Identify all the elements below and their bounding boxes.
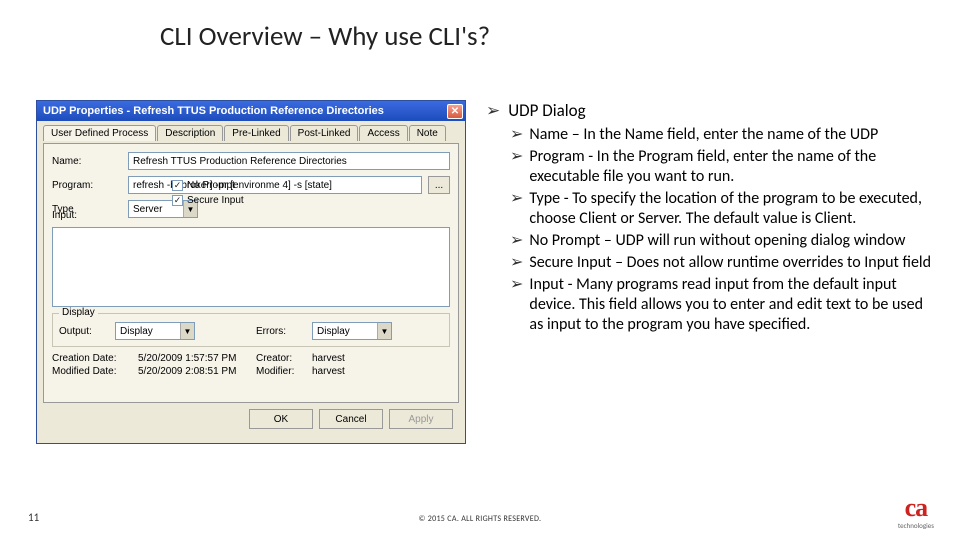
dialog-body: User Defined Process Description Pre-Lin… xyxy=(37,121,465,443)
creation-date-value: 5/20/2009 1:57:57 PM xyxy=(138,353,246,364)
bullet-heading: ➢ UDP Dialog xyxy=(486,100,936,121)
ok-button[interactable]: OK xyxy=(249,409,313,429)
bullet-icon: ➢ xyxy=(510,147,523,187)
secureinput-checkbox[interactable]: ✓ Secure Input xyxy=(172,195,450,206)
creator-value: harvest xyxy=(312,353,450,364)
chevron-down-icon: ▼ xyxy=(180,323,194,339)
bullet-icon: ➢ xyxy=(510,275,523,335)
tab-postlinked[interactable]: Post-Linked xyxy=(290,125,359,141)
ca-logo: ca technologies xyxy=(898,498,934,530)
bullet-item: ➢ Name – In the Name field, enter the nam… xyxy=(510,125,936,145)
udp-dialog: UDP Properties - Refresh TTUS Production… xyxy=(36,100,466,444)
creation-date-label: Creation Date: xyxy=(52,353,132,364)
input-label: Input: xyxy=(52,210,122,221)
row-name: Name: Refresh TTUS Production Reference … xyxy=(52,152,450,170)
bullet-item: ➢ No Prompt – UDP will run without openin… xyxy=(510,231,936,251)
tab-access[interactable]: Access xyxy=(359,125,407,141)
bullet-text: Type - To specify the location of the pr… xyxy=(529,189,936,229)
input-textarea[interactable] xyxy=(52,227,450,307)
bullet-text: Input - Many programs read input from th… xyxy=(529,275,936,335)
content-row: UDP Properties - Refresh TTUS Production… xyxy=(36,100,936,444)
modifier-label: Modifier: xyxy=(256,366,306,377)
bullet-text: Program - In the Program field, enter th… xyxy=(529,147,936,187)
errors-combo[interactable]: Display ▼ xyxy=(312,322,392,340)
bullet-item: ➢ Secure Input – Does not allow runtime o… xyxy=(510,253,936,273)
type-value: Server xyxy=(133,204,162,215)
dialog-title-text: UDP Properties - Refresh TTUS Production… xyxy=(43,105,384,117)
errors-value: Display xyxy=(317,326,350,337)
name-label: Name: xyxy=(52,156,122,167)
check-icon: ✓ xyxy=(172,195,183,206)
bullet-heading-text: UDP Dialog xyxy=(508,100,585,121)
bullet-panel: ➢ UDP Dialog ➢ Name – In the Name field, e… xyxy=(466,100,936,444)
row-input: Input: xyxy=(52,210,450,221)
bullet-icon: ➢ xyxy=(486,100,500,121)
tab-panel: Name: Refresh TTUS Production Reference … xyxy=(43,143,459,403)
creator-label: Creator: xyxy=(256,353,306,364)
display-group-label: Display xyxy=(59,307,98,318)
tab-prelinked[interactable]: Pre-Linked xyxy=(224,125,288,141)
page-number: 11 xyxy=(28,511,39,524)
bullet-text: No Prompt – UDP will run without opening… xyxy=(529,231,905,251)
secureinput-label: Secure Input xyxy=(187,195,244,206)
bullet-item: ➢Type - To specify the location of the p… xyxy=(510,189,936,229)
meta-row-1: Creation Date: 5/20/2009 1:57:57 PM Creat… xyxy=(52,353,450,364)
slide: CLI Overview – Why use CLI's? UDP Proper… xyxy=(0,0,960,540)
dialog-button-row: OK Cancel Apply xyxy=(43,403,459,437)
errors-label: Errors: xyxy=(256,326,306,337)
name-input[interactable]: Refresh TTUS Production Reference Direct… xyxy=(128,152,450,170)
close-icon[interactable]: ✕ xyxy=(447,104,463,119)
logo-main: ca xyxy=(905,498,928,519)
bullet-icon: ➢ xyxy=(510,253,523,273)
bullet-icon: ➢ xyxy=(510,231,523,251)
chevron-down-icon: ▼ xyxy=(377,323,391,339)
slide-title: CLI Overview – Why use CLI's? xyxy=(160,20,490,53)
modifier-value: harvest xyxy=(312,366,450,377)
modified-date-label: Modified Date: xyxy=(52,366,132,377)
bullet-text: Name – In the Name field, enter the name… xyxy=(529,125,878,145)
display-row: Output: Display ▼ Errors: Displ xyxy=(59,322,443,340)
noprompt-checkbox[interactable]: ✓ No Prompt xyxy=(172,180,450,191)
tab-udp[interactable]: User Defined Process xyxy=(43,125,156,141)
cancel-button[interactable]: Cancel xyxy=(319,409,383,429)
modified-date-value: 5/20/2009 2:08:51 PM xyxy=(138,366,246,377)
program-label: Program: xyxy=(52,180,122,191)
display-group: Display Output: Display ▼ xyxy=(52,313,450,347)
copyright-text: © 2015 CA. ALL RIGHTS RESERVED. xyxy=(419,514,542,524)
tab-description[interactable]: Description xyxy=(157,125,223,141)
tab-strip: User Defined Process Description Pre-Lin… xyxy=(43,125,459,141)
noprompt-label: No Prompt xyxy=(187,180,235,191)
bullet-icon: ➢ xyxy=(510,125,523,145)
check-icon: ✓ xyxy=(172,180,183,191)
dialog-screenshot: UDP Properties - Refresh TTUS Production… xyxy=(36,100,466,444)
apply-button[interactable]: Apply xyxy=(389,409,453,429)
logo-sub: technologies xyxy=(898,521,934,530)
tab-note[interactable]: Note xyxy=(409,125,446,141)
output-label: Output: xyxy=(59,326,109,337)
bullet-item: ➢Program - In the Program field, enter t… xyxy=(510,147,936,187)
bullet-item: ➢Input - Many programs read input from t… xyxy=(510,275,936,335)
output-combo[interactable]: Display ▼ xyxy=(115,322,195,340)
meta-row-2: Modified Date: 5/20/2009 2:08:51 PM Modif… xyxy=(52,366,450,377)
bullet-text: Secure Input – Does not allow runtime ov… xyxy=(529,253,931,273)
dialog-titlebar: UDP Properties - Refresh TTUS Production… xyxy=(37,101,465,121)
output-value: Display xyxy=(120,326,153,337)
bullet-icon: ➢ xyxy=(510,189,523,229)
